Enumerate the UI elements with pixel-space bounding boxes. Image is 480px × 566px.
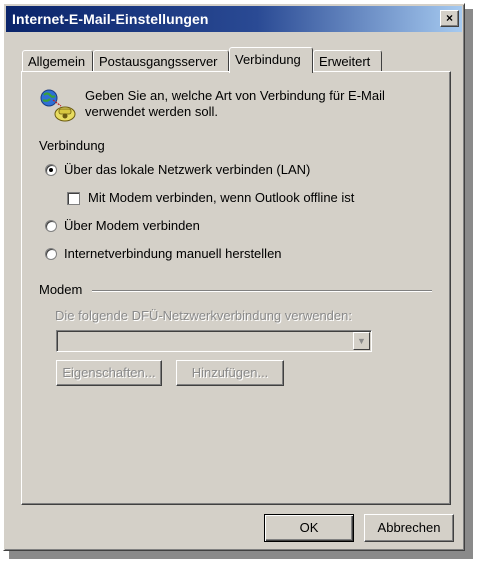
title-bar[interactable]: Internet-E-Mail-Einstellungen × (6, 6, 462, 32)
radio-button-selected[interactable] (45, 164, 57, 176)
cancel-button-label: Abbrechen (377, 520, 441, 535)
tab-erweitert[interactable]: Erweitert (313, 50, 382, 72)
ok-button-label: OK (299, 520, 319, 535)
tab-allgemein[interactable]: Allgemein (22, 50, 93, 72)
radio-button[interactable] (45, 220, 57, 232)
checkbox-unchecked[interactable] (67, 192, 80, 205)
checkbox-modem-offline-label: Mit Modem verbinden, wenn Outlook offlin… (88, 190, 355, 205)
add-button-label: Hinzufügen... (191, 365, 269, 380)
tab-label: Postausgangsserver (99, 54, 218, 69)
close-button[interactable]: × (440, 10, 459, 27)
radio-manual-label: Internetverbindung manuell herstellen (64, 246, 282, 261)
properties-button-label: Eigenschaften... (62, 365, 156, 380)
tab-label: Allgemein (28, 54, 86, 69)
email-settings-dialog: Internet-E-Mail-Einstellungen × Allgemei… (3, 3, 465, 551)
connection-group-label: Verbindung (39, 138, 105, 153)
network-connection-icon (40, 89, 76, 122)
tab-postausgangsserver[interactable]: Postausgangsserver (93, 50, 229, 72)
modem-group-divider (92, 290, 432, 292)
close-icon: × (445, 11, 453, 25)
add-button[interactable]: Hinzufügen... (176, 360, 284, 386)
dfu-connection-label: Die folgende DFÜ-Netzwerkverbindung verw… (55, 308, 352, 323)
chevron-down-icon[interactable]: ▼ (353, 332, 370, 350)
properties-button[interactable]: Eigenschaften... (56, 360, 162, 386)
intro-text: Geben Sie an, welche Art von Verbindung … (85, 88, 385, 119)
tab-label: Verbindung (235, 52, 301, 67)
ok-button[interactable]: OK (264, 514, 354, 542)
tab-verbindung[interactable]: Verbindung (229, 47, 313, 73)
tab-panel-verbindung: Geben Sie an, welche Art von Verbindung … (21, 71, 451, 505)
radio-modem-label: Über Modem verbinden (64, 218, 200, 233)
cancel-button[interactable]: Abbrechen (364, 514, 454, 542)
radio-lan-label: Über das lokale Netzwerk verbinden (LAN) (64, 162, 311, 177)
radio-button[interactable] (45, 248, 57, 260)
tab-label: Erweitert (319, 54, 371, 69)
modem-group-label: Modem (39, 282, 83, 297)
window-title: Internet-E-Mail-Einstellungen (12, 11, 209, 27)
dfu-connection-select[interactable]: ▼ (56, 330, 372, 352)
